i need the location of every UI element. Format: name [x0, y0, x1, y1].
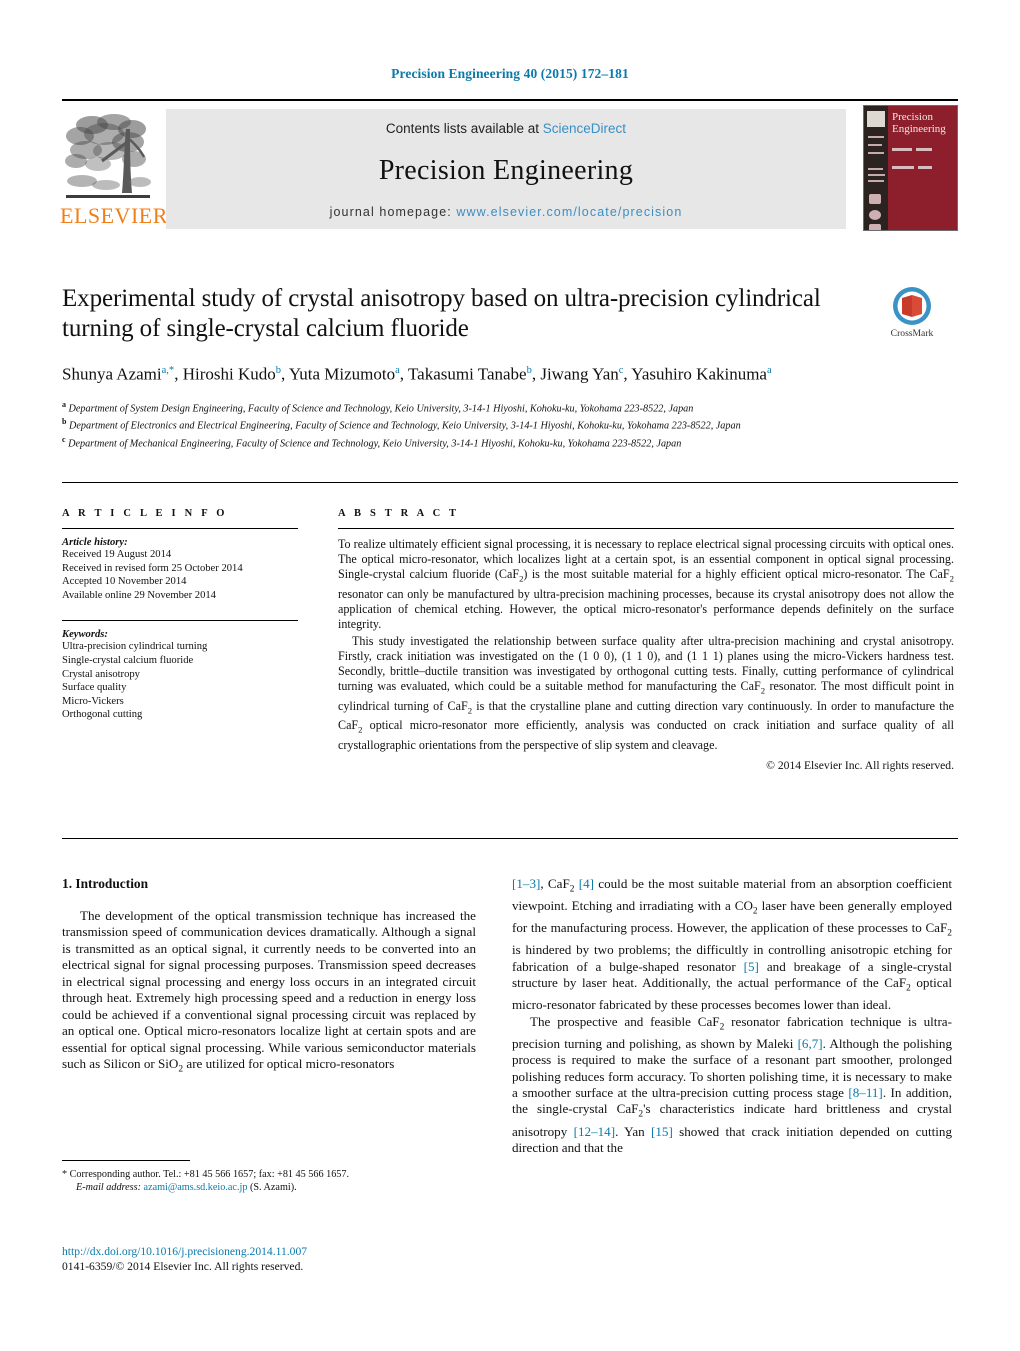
- affiliation-text: Department of Electronics and Electrical…: [69, 420, 741, 432]
- affiliation-text: Department of Mechanical Engineering, Fa…: [68, 438, 682, 450]
- article-history-item: Available online 29 November 2014: [62, 589, 216, 601]
- contents-prefix: Contents lists available at: [385, 121, 540, 136]
- crossmark-icon: [893, 287, 931, 325]
- journal-homepage-link[interactable]: www.elsevier.com/locate/precision: [456, 205, 682, 219]
- journal-title: Precision Engineering: [378, 155, 634, 186]
- corresponding-author-line: * Corresponding author. Tel.: +81 45 566…: [62, 1169, 350, 1180]
- introduction-right-column: [1–3], CaF2 [4] could be the most suitab…: [512, 876, 952, 1156]
- journal-homepage-line: journal homepage: www.elsevier.com/locat…: [166, 205, 846, 219]
- affiliation-mark: b: [62, 417, 67, 427]
- sciencedirect-link[interactable]: ScienceDirect: [543, 121, 626, 136]
- cover-strip-line: [868, 144, 882, 146]
- cover-strip-line: [868, 136, 884, 138]
- keyword-item: Micro-Vickers: [62, 695, 124, 707]
- footnote-rule: [62, 1160, 190, 1161]
- body-paragraph: The development of the optical transmiss…: [62, 908, 476, 1075]
- email-line[interactable]: E-mail address: azami@ams.sd.keio.ac.jp …: [62, 1181, 476, 1194]
- abstract-paragraph: This study investigated the relationship…: [338, 633, 955, 753]
- elsevier-wordmark: ELSEVIER: [60, 203, 168, 228]
- article-page: Precision Engineering 40 (2015) 172–181: [0, 0, 1020, 1351]
- cover-subtitle-bars: [892, 138, 954, 169]
- introduction-left-column: 1. Introduction The development of the o…: [62, 876, 476, 1078]
- elsevier-logo: ELSEVIER: [60, 109, 167, 229]
- affiliations: a Department of System Design Engineerin…: [62, 398, 852, 451]
- article-history-item: Received 19 August 2014: [62, 549, 172, 560]
- masthead-banner: Contents lists available at ScienceDirec…: [166, 109, 846, 229]
- article-history-item: Received in revised form 25 October 2014: [62, 562, 243, 574]
- journal-cover-thumbnail: Precision Engineering: [863, 105, 958, 231]
- cover-thumb-image: [869, 194, 881, 204]
- article-info-heading: A R T I C L E I N F O: [62, 508, 228, 519]
- section-divider: [62, 838, 958, 839]
- crossmark-badge[interactable]: CrossMark: [866, 286, 958, 342]
- copyright-line: © 2014 Elsevier Inc. All rights reserved…: [766, 759, 954, 773]
- footer-doi-block: http://dx.doi.org/10.1016/j.precisioneng…: [62, 1244, 562, 1274]
- abstract-heading: A B S T R A C T: [338, 508, 460, 519]
- abstract-paragraph: To realize ultimately efficient signal p…: [338, 537, 954, 632]
- affiliation-mark: c: [62, 435, 66, 445]
- title-block: Experimental study of crystal anisotropy…: [62, 284, 852, 451]
- body-paragraph: [1–3], CaF2 [4] could be the most suitab…: [512, 876, 953, 1013]
- cover-strip-line: [868, 168, 883, 170]
- contents-list-line: Contents lists available at ScienceDirec…: [166, 121, 846, 136]
- elsevier-tree-icon: [65, 114, 151, 198]
- article-history-item: Accepted 10 November 2014: [62, 576, 187, 588]
- affiliation-text: Department of System Design Engineering,…: [68, 403, 694, 415]
- section-heading-introduction: 1. Introduction: [62, 876, 149, 891]
- cover-thumb-image: [869, 224, 881, 230]
- body-paragraph: The prospective and feasible CaF2 resona…: [512, 1013, 952, 1155]
- section-divider: [62, 482, 958, 483]
- cover-title: Precision Engineering: [892, 111, 946, 135]
- homepage-prefix: journal homepage:: [329, 205, 452, 219]
- cover-thumb-image: [869, 210, 881, 220]
- cover-strip-line: [868, 174, 885, 176]
- article-history-label: Article history:: [62, 537, 128, 548]
- doi-link[interactable]: http://dx.doi.org/10.1016/j.precisioneng…: [62, 1244, 562, 1259]
- running-head: Precision Engineering 40 (2015) 172–181: [391, 66, 629, 81]
- keyword-item: Single-crystal calcium fluoride: [62, 654, 194, 666]
- article-info-section: A R T I C L E I N F O Article history: R…: [62, 508, 298, 722]
- author-list: Shunya Azamia,*, Hiroshi Kudob, Yuta Miz…: [62, 364, 772, 384]
- corresponding-author-footnote: * Corresponding author. Tel.: +81 45 566…: [62, 1160, 476, 1195]
- keyword-item: Crystal anisotropy: [62, 668, 140, 680]
- page-title: Experimental study of crystal anisotropy…: [62, 285, 821, 342]
- cover-strip-line: [868, 152, 884, 154]
- keyword-item: Ultra-precision cylindrical turning: [62, 641, 208, 653]
- keyword-item: Surface quality: [62, 682, 127, 694]
- journal-masthead: ELSEVIER Contents lists available at Sci…: [60, 99, 958, 234]
- keywords-label: Keywords:: [62, 629, 108, 641]
- cover-elsevier-mark: [867, 111, 885, 127]
- keyword-item: Orthogonal cutting: [62, 709, 143, 721]
- crossmark-label: CrossMark: [890, 328, 934, 339]
- affiliation-mark: a: [62, 399, 66, 409]
- abstract-section: A B S T R A C T To realize ultimately ef…: [338, 508, 954, 772]
- keywords-rule: [62, 620, 298, 622]
- abstract-rule: [338, 528, 954, 529]
- article-info-rule: [62, 528, 298, 529]
- issn-copyright-line: 0141-6359/© 2014 Elsevier Inc. All right…: [62, 1260, 304, 1273]
- cover-strip-line: [868, 180, 884, 182]
